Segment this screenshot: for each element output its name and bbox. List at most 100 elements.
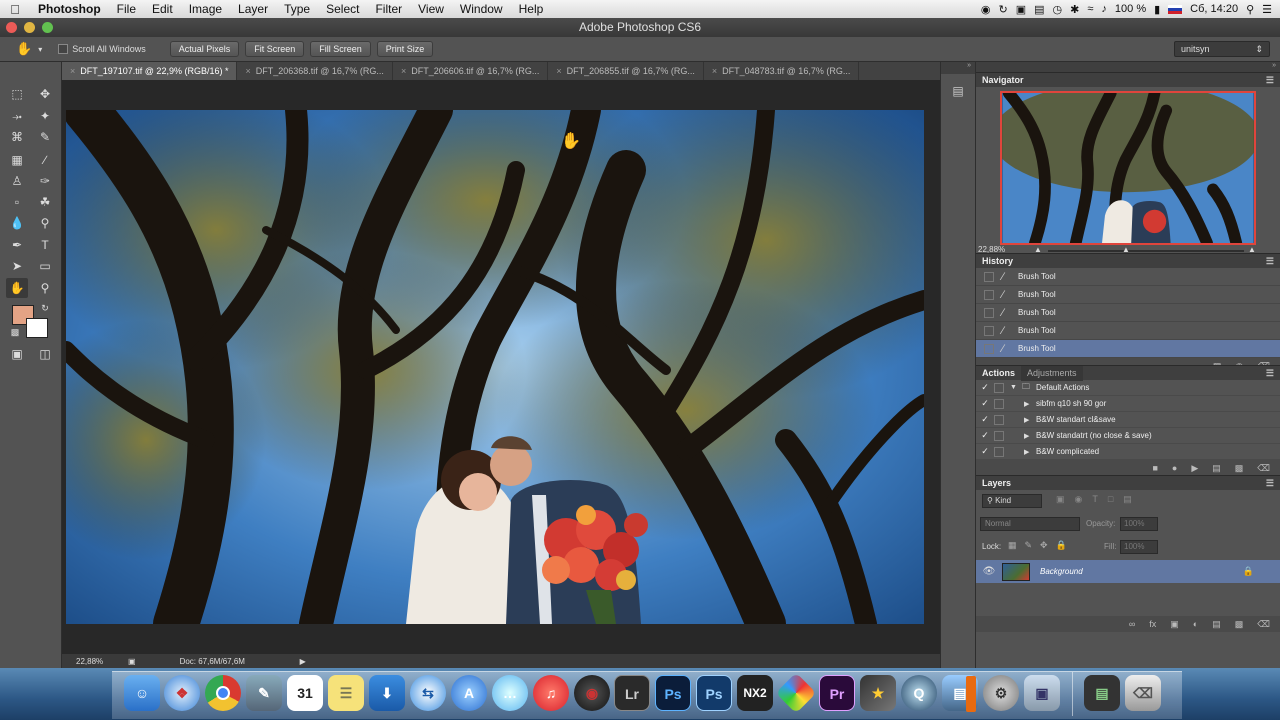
paint-bucket-tool-icon[interactable]: ☘ (34, 192, 56, 212)
hand-tool-button-icon[interactable]: ✋ (6, 278, 28, 298)
visibility-eye-icon[interactable]: 👁 (976, 566, 1002, 577)
actual-pixels-button[interactable]: Actual Pixels (169, 41, 240, 57)
display-icon[interactable]: ▤ (1034, 3, 1044, 16)
menu-type[interactable]: Type (276, 2, 318, 16)
itunes-icon[interactable]: ♫ (533, 675, 569, 711)
layer-row-background[interactable]: 👁 Background 🔒 (976, 560, 1280, 583)
swap-colors-icon[interactable]: ↻ (34, 298, 56, 318)
tab-close-icon[interactable]: × (712, 66, 717, 76)
tab-actions[interactable]: Actions (976, 366, 1021, 381)
layer-filter-icons[interactable]: ▣◉T□▤ (1056, 494, 1142, 505)
delete-layer-icon[interactable]: ⌫ (1257, 619, 1270, 630)
menu-window[interactable]: Window (452, 2, 511, 16)
expand-right-icon[interactable]: ▶ (1024, 432, 1036, 440)
menu-file[interactable]: File (109, 2, 144, 16)
tab-close-icon[interactable]: × (245, 66, 250, 76)
dialog-toggle[interactable] (994, 398, 1004, 409)
history-source-checkbox[interactable] (984, 289, 994, 300)
action-row[interactable]: ✓ ▶ B&W complicated (976, 444, 1280, 460)
info-panel-icon[interactable]: ▤ (949, 84, 967, 102)
history-item-selected[interactable]: ∕ Brush Tool (976, 340, 1280, 358)
final-cut-icon[interactable]: ★ (860, 675, 896, 711)
downloads-icon[interactable]: ⬇ (369, 675, 405, 711)
expand-right-icon[interactable]: ▶ (1024, 400, 1036, 408)
layer-filter-kind[interactable]: ⚲ Kind (982, 494, 1042, 508)
app-menu[interactable]: Photoshop (30, 2, 109, 16)
move-tool-icon[interactable]: ✥ (34, 84, 56, 104)
trash-dock-icon[interactable]: ⌫ (1125, 675, 1161, 711)
workspace-select[interactable]: unitsyn ⇕ (1174, 41, 1270, 57)
search-icon[interactable]: ⚲ (1246, 3, 1254, 16)
menu-edit[interactable]: Edit (144, 2, 181, 16)
canvas-area[interactable]: ✋ (62, 80, 940, 654)
history-item[interactable]: ∕ Brush Tool (976, 268, 1280, 286)
delete-action-icon[interactable]: ⌫ (1257, 463, 1270, 474)
dialog-toggle[interactable] (994, 382, 1004, 393)
default-colors-icon[interactable]: ▩ (4, 322, 26, 342)
sync-icon[interactable]: ↻ (999, 3, 1008, 16)
history-item[interactable]: ∕ Brush Tool (976, 286, 1280, 304)
layers-header[interactable]: Layers ☰ (976, 475, 1280, 490)
new-set-folder-icon[interactable]: ▤ (1212, 463, 1221, 474)
eyedropper-tool-icon[interactable]: ✎ (34, 127, 56, 147)
action-row[interactable]: ✓ ▶ B&W standart cl&save (976, 412, 1280, 428)
photoshop-cs6-icon[interactable]: Ps (696, 675, 732, 711)
zoom-readout[interactable]: 22,88% (76, 657, 126, 666)
teamviewer-icon[interactable]: ⇆ (410, 675, 446, 711)
zoom-slider[interactable] (1048, 250, 1244, 252)
battery-level[interactable]: 100 % (1115, 3, 1146, 15)
app-store-icon[interactable]: A (451, 675, 487, 711)
pen-tool-icon[interactable]: ✒ (6, 235, 28, 255)
photoshop-cs5-icon[interactable]: Ps (655, 675, 691, 711)
checkbox-box[interactable] (58, 44, 69, 54)
expand-down-icon[interactable]: ▼ (1010, 384, 1022, 391)
menu-help[interactable]: Help (511, 2, 552, 16)
app-tab-icon[interactable] (966, 676, 976, 712)
tab-doc-5[interactable]: × DFT_048783.tif @ 16,7% (RG... (704, 62, 860, 80)
tool-preset-arrow-icon[interactable]: ▾ (38, 45, 42, 54)
eraser-tool-icon[interactable]: ▫ (6, 192, 28, 212)
clone-stamp-tool-icon[interactable]: ♙ (6, 171, 28, 191)
brush-tool-icon[interactable]: ∕ (34, 150, 56, 170)
dialog-toggle[interactable] (994, 430, 1004, 441)
apple-icon[interactable]:  (0, 2, 30, 17)
battery-icon[interactable]: ▮ (1154, 3, 1160, 16)
messages-icon[interactable]: … (492, 675, 528, 711)
action-row[interactable]: ✓ ▶ B&W standatrt (no close & save) (976, 428, 1280, 444)
tab-doc-1[interactable]: × DFT_197107.tif @ 22,9% (RGB/16) * (62, 62, 238, 80)
bluetooth-icon[interactable]: ✱ (1070, 3, 1079, 16)
tab-doc-3[interactable]: × DFT_206606.tif @ 16,7% (RG... (393, 62, 549, 80)
check-icon[interactable]: ✓ (976, 398, 994, 409)
lock-icons[interactable]: ▦✎✥🔒 (1008, 540, 1075, 551)
navigator-thumbnail[interactable] (1000, 91, 1256, 245)
new-group-icon[interactable]: ▤ (1212, 619, 1221, 630)
status-info-icon[interactable]: ▣ (128, 657, 136, 666)
lightroom-icon[interactable]: Lr (614, 675, 650, 711)
finder-icon[interactable]: ☺ (124, 675, 160, 711)
drive-icon[interactable]: ▣ (1016, 3, 1026, 16)
play-icon[interactable]: ▶ (1191, 463, 1198, 474)
history-brush-tool-icon[interactable]: ✑ (34, 171, 56, 191)
zoom-button[interactable] (42, 22, 53, 33)
check-icon[interactable]: ✓ (976, 382, 994, 393)
document-image[interactable]: ✋ (66, 110, 924, 624)
chrome-icon[interactable] (205, 675, 241, 711)
preview-icon[interactable]: ✎ (246, 675, 282, 711)
quicktime-icon[interactable]: Q (901, 675, 937, 711)
panel-menu-icon[interactable]: ☰ (1266, 254, 1274, 269)
fill-field[interactable]: 100% (1120, 540, 1158, 554)
panel-menu-icon[interactable]: ☰ (1266, 366, 1274, 381)
link-layers-icon[interactable]: ∞ (1129, 619, 1135, 629)
tab-adjustments[interactable]: Adjustments (1021, 366, 1083, 381)
quick-select-tool-icon[interactable]: ✦ (34, 106, 56, 126)
status-menu-arrow-icon[interactable]: ▶ (300, 657, 306, 666)
history-source-checkbox[interactable] (984, 343, 994, 354)
dodge-tool-icon[interactable]: ⚲ (34, 213, 56, 233)
path-select-tool-icon[interactable]: ➤ (6, 256, 28, 276)
wifi-icon[interactable]: ≈ (1087, 3, 1093, 15)
expand-right-icon[interactable]: ▶ (1024, 416, 1036, 424)
marquee-tool-icon[interactable]: ⬚ (6, 84, 28, 104)
healing-tool-icon[interactable]: ▦ (6, 150, 28, 170)
history-source-checkbox[interactable] (984, 271, 994, 282)
background-color-swatch[interactable] (26, 318, 48, 338)
